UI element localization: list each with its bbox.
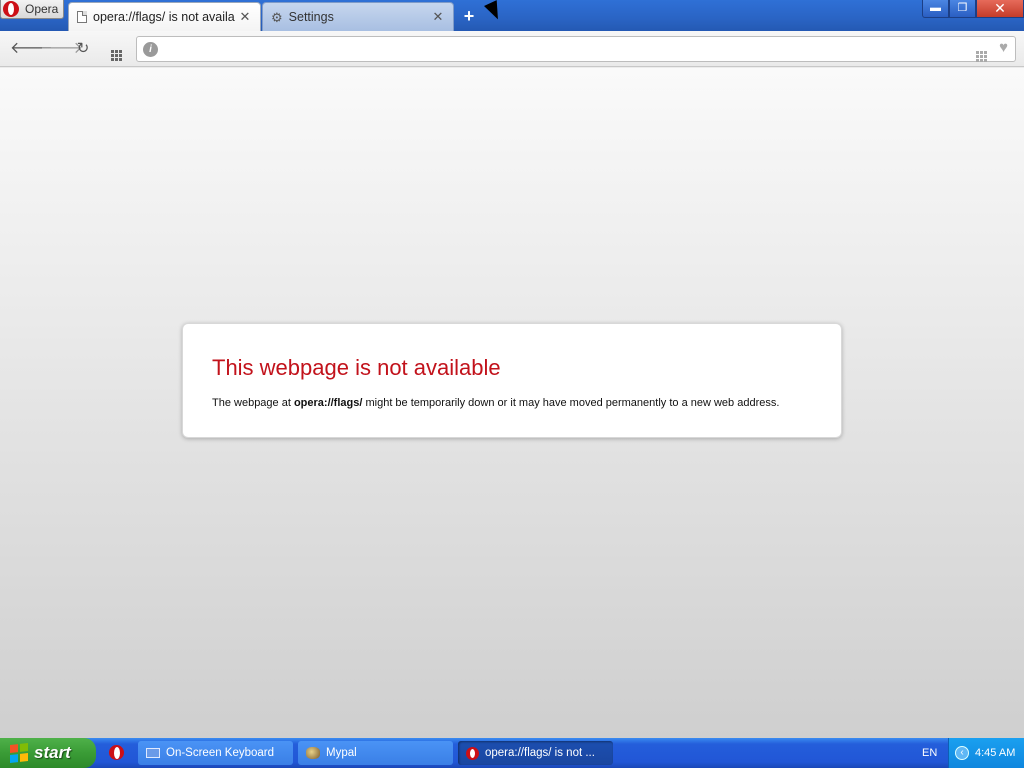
mypal-icon [306,747,320,759]
site-info-icon[interactable]: i [143,42,158,57]
taskbar-item-on-screen-keyboard[interactable]: On-Screen Keyboard [138,741,293,765]
task-label: On-Screen Keyboard [166,747,275,759]
system-tray: ‹ 4:45 AM [948,738,1024,768]
address-bar: i ♥ [136,36,1016,62]
error-message-prefix: The webpage at [212,397,294,409]
clock[interactable]: 4:45 AM [975,747,1015,759]
quick-launch-opera-icon[interactable] [109,745,124,763]
tab-label: opera://flags/ is not availa [93,10,235,24]
grid-icon [976,51,987,62]
start-label: start [34,743,71,762]
opera-menu-button[interactable]: Opera [0,0,64,19]
back-button[interactable]: 🡐 [10,39,53,59]
taskbar: start On-Screen Keyboard Mypal opera://f… [0,738,1024,768]
title-bar: Opera opera://flags/ is not availa ✕ ⚙ S… [0,0,1024,31]
reload-icon: ↻ [76,40,90,57]
opera-icon [466,746,479,760]
close-tab-icon[interactable]: ✕ [238,9,252,25]
taskbar-item-mypal[interactable]: Mypal [298,741,453,765]
speed-dial-add-button[interactable] [976,43,987,62]
taskbar-item-opera[interactable]: opera://flags/ is not ... [458,741,613,765]
tab-label: Settings [288,10,334,24]
error-message-suffix: might be temporarily down or it may have… [362,397,780,409]
page-icon [77,11,87,23]
opera-logo-icon [3,1,19,17]
address-input[interactable] [165,39,965,59]
keyboard-icon [146,748,160,758]
mouse-cursor-icon [484,0,505,23]
minimize-button[interactable]: ▬ [922,0,949,18]
task-label: Mypal [326,747,357,759]
error-card: This webpage is not available The webpag… [182,323,842,438]
grid-icon [110,50,122,61]
bookmark-heart-icon[interactable]: ♥ [999,39,1008,56]
maximize-button[interactable]: ❐ [949,0,976,18]
start-button[interactable]: start [0,738,96,768]
tab-opera-flags[interactable]: opera://flags/ is not availa ✕ [68,2,261,31]
opera-menu-label: Opera [25,2,59,16]
close-window-button[interactable]: ✕ [976,0,1024,18]
new-tab-button[interactable]: + [460,7,478,25]
reload-button[interactable]: ↻ [73,39,93,59]
forward-button[interactable]: 🡒 [40,39,83,59]
gear-icon: ⚙ [271,9,283,25]
opera-logo-icon [109,745,124,760]
show-hidden-icons-icon[interactable]: ‹ [955,746,969,760]
error-message: The webpage at opera://flags/ might be t… [212,397,779,409]
error-url: opera://flags/ [293,397,363,409]
windows-logo-icon [10,743,28,763]
speed-dial-button[interactable] [106,39,126,61]
navigation-toolbar: 🡐 🡒 ↻ i ♥ [0,31,1024,67]
language-indicator[interactable]: EN [922,747,937,759]
error-title: This webpage is not available [212,355,501,380]
page-content: This webpage is not available The webpag… [0,68,1024,738]
close-tab-icon[interactable]: ✕ [431,9,445,25]
task-label: opera://flags/ is not ... [485,747,595,759]
tab-settings[interactable]: ⚙ Settings ✕ [262,2,454,31]
